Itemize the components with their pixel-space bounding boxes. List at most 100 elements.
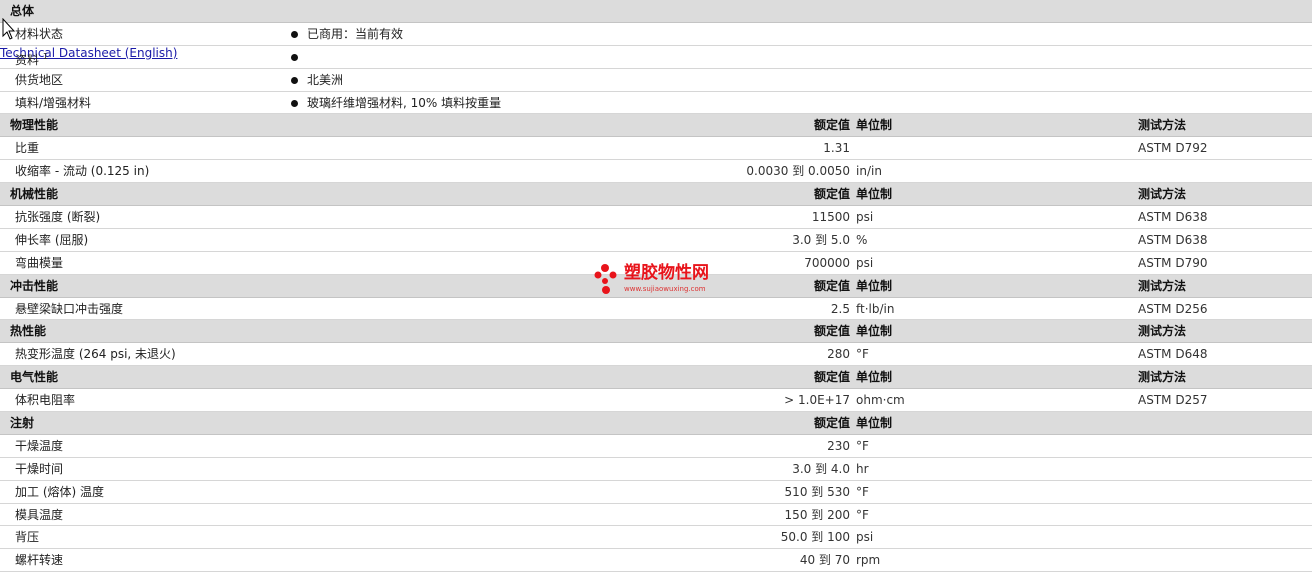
property-label: 抗张强度 (断裂) [15,206,100,228]
general-value: 已商用：当前有效 [307,26,404,41]
test-method: ASTM D792 [1138,141,1208,156]
property-row: 加工 (熔体) 温度 510 到 530 °F [0,481,1312,504]
property-label: 加工 (熔体) 温度 [15,481,104,503]
section-title: 冲击性能 [10,278,59,293]
property-row: 抗张强度 (断裂) 11500 psi ASTM D638 [0,206,1312,229]
property-label: 背压 [15,526,39,548]
bullet-icon [291,99,298,107]
section-title: 电气性能 [10,370,59,385]
property-row: 螺杆转速 40 到 70 rpm [0,549,1312,572]
property-label: 伸长率 (屈服) [15,229,88,251]
property-label: 资料 1 [15,46,48,71]
property-label-text: 背压 [15,530,40,545]
property-unit: ft·lb/in [856,301,895,316]
property-unit: in/in [856,164,882,179]
property-value: 1.31 [823,141,850,156]
property-value: > 1.0E+17 [784,393,850,408]
general-value: 北美洲 [307,72,344,87]
test-method: ASTM D648 [1138,347,1208,362]
property-label-text: 热变形温度 (264 psi, 未退火) [15,347,176,362]
property-row: 比重 1.31 ASTM D792 [0,137,1312,161]
column-header-unit: 单位制 [856,187,893,202]
column-header-value: 额定值 [813,370,850,385]
property-value: 11500 [811,210,850,225]
property-value: 2.5 [830,301,850,316]
section-title: 注射 [10,416,35,431]
property-unit: rpm [856,553,881,568]
property-value: 700000 [804,255,850,270]
property-unit: °F [856,347,869,362]
property-row: 背压 50.0 到 100 psi [0,526,1312,550]
column-header-test-method: 测试方法 [1138,187,1187,202]
column-header-test-method: 测试方法 [1138,118,1187,133]
section-header-thermal: 热性能 额定值 单位制 测试方法 [0,320,1312,344]
property-label-text: 悬壁梁缺口冲击强度 [15,301,124,316]
property-label-text: 收缩率 - 流动 (0.125 in) [15,164,150,179]
property-row: 模具温度 150 到 200 °F [0,504,1312,527]
test-method: ASTM D638 [1138,210,1208,225]
bullet-icon [291,53,298,61]
section-title: 机械性能 [10,187,59,202]
property-unit: psi [856,530,874,545]
property-label: 干燥时间 [15,458,63,480]
section-title: 热性能 [10,324,47,339]
column-header-value: 额定值 [813,118,850,133]
column-header-test-method: 测试方法 [1138,324,1187,339]
property-label-text: 体积电阻率 [15,393,76,408]
property-label-text: 模具温度 [15,507,64,522]
property-label-text: 填料/增强材料 [15,95,92,110]
column-header-test-method: 测试方法 [1138,370,1187,385]
property-row: 悬壁梁缺口冲击强度 2.5 ft·lb/in ASTM D256 [0,298,1312,321]
property-label: 供货地区 [15,69,63,91]
property-unit: °F [856,507,869,522]
property-label-text: 干燥温度 [15,438,64,453]
section-header-injection: 注射 额定值 单位制 [0,412,1312,435]
property-value: 50.0 到 100 [780,530,850,545]
section-title: 物理性能 [10,118,59,133]
section-header-mechanical: 机械性能 额定值 单位制 测试方法 [0,183,1312,207]
column-header-unit: 单位制 [856,416,893,431]
property-row: 供货地区 北美洲 [0,69,1312,92]
property-unit: °F [856,438,869,453]
property-value: 510 到 530 [784,484,850,499]
column-header-test-method: 测试方法 [1138,278,1187,293]
test-method: ASTM D790 [1138,255,1208,270]
property-row: 资料 1 Technical Datasheet (English) [0,46,1312,69]
property-row: 收缩率 - 流动 (0.125 in) 0.0030 到 0.0050 in/in [0,160,1312,184]
property-label: 弯曲模量 [15,252,63,274]
property-row: 伸长率 (屈服) 3.0 到 5.0% ASTM D638 [0,229,1312,252]
column-header-unit: 单位制 [856,324,893,339]
column-header-value: 额定值 [813,324,850,339]
property-label-text: 加工 (熔体) 温度 [15,484,104,499]
section-header-general: 总体 [0,0,1312,23]
property-label-text: 弯曲模量 [15,255,64,270]
property-label-text: 螺杆转速 [15,553,64,568]
watermark-logo-icon [594,264,617,294]
property-label: 螺杆转速 [15,549,63,571]
property-row: 材料状态 已商用：当前有效 [0,23,1312,46]
column-header-value: 额定值 [813,416,850,431]
property-label: 比重 [15,137,39,159]
column-header-value: 额定值 [813,187,850,202]
property-value: 0.0030 到 0.0050 [746,164,850,179]
column-header-value: 额定值 [813,278,850,293]
property-unit: % [856,232,868,247]
property-value: 3.0 到 4.0 [792,461,850,476]
property-value: 230 [827,438,850,453]
property-label: 体积电阻率 [15,389,75,411]
column-header-unit: 单位制 [856,278,893,293]
property-value: 40 到 70 [799,553,850,568]
column-header-unit: 单位制 [856,370,893,385]
property-value: 150 到 200 [784,507,850,522]
watermark: 塑胶物性网 www.sujiaowuxing.com [594,262,734,298]
property-value: 3.0 到 5.0 [792,232,850,247]
general-value: 玻璃纤维增强材料, 10% 填料按重量 [307,95,502,110]
property-label-text: 干燥时间 [15,461,64,476]
section-header-physical: 物理性能 额定值 单位制 测试方法 [0,114,1312,138]
property-unit: psi [856,255,874,270]
property-row: 热变形温度 (264 psi, 未退火) 280 °F ASTM D648 [0,343,1312,367]
property-unit: °F [856,484,869,499]
property-row: 干燥温度 230 °F [0,435,1312,458]
property-label: 收缩率 - 流动 (0.125 in) [15,160,149,182]
property-unit: ohm·cm [856,393,905,408]
